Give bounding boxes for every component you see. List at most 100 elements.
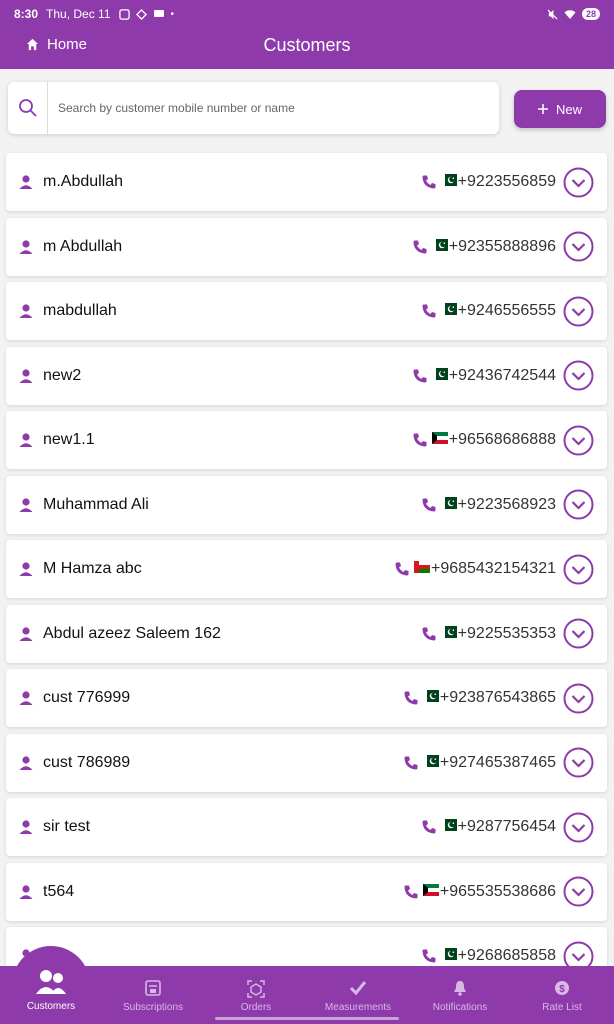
customer-phone: +9685432154321 (430, 560, 556, 577)
phone-icon[interactable] (421, 497, 437, 513)
pk-flag-icon (440, 302, 458, 320)
customer-row[interactable]: m.Abdullah +9223556859 (6, 153, 607, 211)
nav-measurements[interactable]: Measurements (308, 980, 408, 1013)
chevron-down-icon[interactable] (563, 747, 594, 778)
phone-icon[interactable] (421, 819, 437, 835)
customer-row[interactable]: mabdullah +9246556555 (6, 282, 607, 340)
customer-row[interactable]: new2 +92436742544 (6, 346, 607, 405)
pk-flag-icon (440, 947, 458, 965)
customer-name: Abdul azeez Saleem 162 (43, 624, 221, 642)
person-icon (19, 755, 33, 770)
phone-icon[interactable] (412, 368, 428, 384)
pk-flag-icon (440, 818, 458, 836)
phone-icon[interactable] (394, 561, 410, 577)
nav-label: Subscriptions (122, 1002, 184, 1013)
page-title: Customers (263, 35, 351, 55)
orders-icon (206, 980, 306, 998)
gesture-home-bar[interactable] (215, 1017, 399, 1020)
om-flag-icon (413, 560, 431, 578)
nav-subscriptions[interactable]: Subscriptions (103, 980, 203, 1013)
chevron-down-icon[interactable] (563, 167, 594, 198)
customer-name: Muhammad Ali (43, 495, 149, 513)
status-time: 8:30 (14, 7, 39, 21)
chevron-down-icon[interactable] (563, 812, 594, 843)
customer-row[interactable]: t564 +965535538686 (6, 862, 607, 921)
kw-flag-icon (431, 431, 449, 449)
pk-flag-icon (440, 625, 458, 643)
pk-flag-icon (431, 367, 449, 385)
pk-flag-icon (422, 689, 440, 707)
chevron-down-icon[interactable] (563, 425, 594, 456)
status-notification-icons: • (118, 8, 174, 20)
customer-row[interactable]: M Hamza abc +9685432154321 (6, 540, 607, 598)
customer-row[interactable]: Abdul azeez Saleem 162 +9225535353 (6, 604, 607, 663)
phone-icon[interactable] (412, 239, 428, 255)
screenshot-icon (118, 8, 130, 20)
customer-phone: +9223556859 (457, 173, 556, 190)
customer-row[interactable]: cust 786989 +927465387465 (6, 733, 607, 792)
nav-label: Orders (240, 1002, 272, 1013)
chevron-down-icon[interactable] (563, 683, 594, 714)
phone-icon[interactable] (421, 174, 437, 190)
phone-icon[interactable] (403, 755, 419, 771)
customer-phone: +9268685858 (457, 947, 556, 964)
person-icon (19, 820, 33, 834)
phone-icon[interactable] (421, 948, 437, 964)
status-date: Thu, Dec 11 (46, 7, 111, 21)
person-icon (19, 562, 33, 576)
pk-flag-icon (422, 754, 440, 772)
person-icon (19, 691, 33, 705)
app-bar: Home Customers (0, 28, 614, 69)
chevron-down-icon[interactable] (563, 876, 594, 907)
phone-icon[interactable] (403, 884, 419, 900)
nav-notifications[interactable]: Notifications (410, 980, 510, 1013)
message-icon (153, 10, 164, 17)
chevron-down-icon[interactable] (563, 554, 594, 585)
nav-customers[interactable]: Customers (1, 968, 101, 1012)
chevron-down-icon[interactable] (563, 360, 594, 391)
chevron-down-icon[interactable] (563, 618, 594, 649)
customer-row[interactable]: new1.1 +96568686888 (6, 411, 607, 469)
chevron-down-icon[interactable] (563, 489, 594, 520)
phone-icon[interactable] (403, 690, 419, 706)
customer-name: sir test (43, 818, 91, 835)
search-bar (8, 82, 499, 134)
customer-phone: +9246556555 (457, 302, 556, 319)
customer-phone: +9287756454 (457, 818, 556, 835)
customer-row[interactable]: m Abdullah +92355888896 (6, 217, 607, 276)
plus-icon (537, 104, 548, 114)
phone-icon[interactable] (421, 303, 437, 319)
phone-icon[interactable] (412, 432, 428, 448)
chevron-down-icon[interactable] (563, 231, 594, 262)
customer-row[interactable]: cust 776999 +923876543865 (6, 669, 607, 727)
customer-phone: +9225535353 (457, 624, 556, 642)
search-input[interactable] (58, 101, 478, 115)
customer-phone: +92436742544 (448, 366, 556, 384)
bell-icon (410, 980, 510, 998)
customer-name: t564 (43, 882, 75, 900)
nav-orders[interactable]: Orders (206, 980, 306, 1013)
status-bar: 8:30 Thu, Dec 11 • 28 (0, 0, 614, 28)
person-icon (19, 626, 33, 641)
subscriptions-icon (103, 980, 203, 998)
search-icon[interactable] (8, 82, 48, 134)
nav-rate-list[interactable]: $ Rate List (512, 980, 612, 1013)
new-button-label: New (555, 101, 582, 117)
customer-name: m Abdullah (43, 237, 123, 255)
battery-indicator: 28 (581, 8, 600, 20)
customer-row[interactable]: Muhammad Ali +9223568923 (6, 475, 607, 534)
phone-icon[interactable] (421, 626, 437, 642)
customer-name: cust 776999 (43, 689, 131, 706)
customer-name: cust 786989 (43, 753, 131, 771)
nav-label: Measurements (324, 1002, 392, 1013)
customer-phone: +923876543865 (439, 689, 556, 706)
new-customer-button[interactable]: New (514, 90, 606, 128)
customer-name: mabdullah (43, 302, 117, 319)
customer-phone: +9223568923 (457, 495, 556, 513)
customer-name: m.Abdullah (43, 173, 124, 190)
pk-flag-icon (440, 173, 458, 191)
person-icon (19, 304, 33, 318)
customer-row[interactable]: sir test +9287756454 (6, 798, 607, 856)
customer-phone: +965535538686 (439, 882, 556, 900)
chevron-down-icon[interactable] (563, 296, 594, 327)
